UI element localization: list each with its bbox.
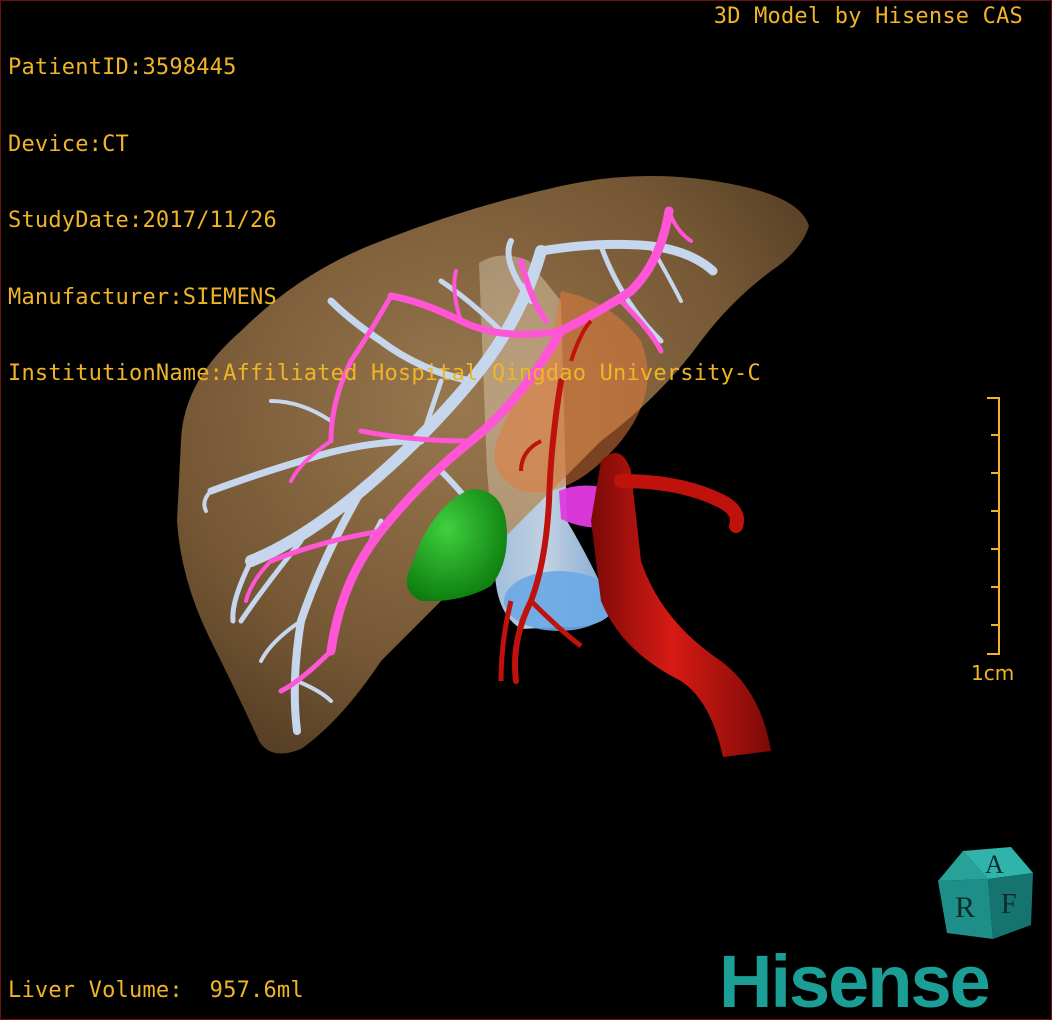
liver-volume: Liver Volume: 957.6ml bbox=[8, 977, 304, 1003]
cube-face-a: A bbox=[985, 850, 1004, 879]
cube-face-f: F bbox=[1001, 889, 1017, 920]
scale-bar bbox=[987, 397, 1000, 655]
study-metadata: PatientID:3598445 Device:CT StudyDate:20… bbox=[8, 4, 761, 438]
orientation-cube-icon[interactable]: R A F bbox=[933, 843, 1038, 943]
device: Device:CT bbox=[8, 131, 130, 157]
cube-face-r: R bbox=[955, 891, 975, 924]
hisense-logo: Hisense bbox=[719, 945, 991, 1017]
study-date: StudyDate:2017/11/26 bbox=[8, 208, 277, 233]
patient-id: PatientID:3598445 bbox=[8, 55, 237, 80]
svg-text:Hisense: Hisense bbox=[719, 945, 989, 1017]
model-credit: 3D Model by Hisense CAS bbox=[713, 4, 1023, 29]
scale-label: 1cm bbox=[971, 661, 1015, 685]
3d-viewport[interactable]: PatientID:3598445 Device:CT StudyDate:20… bbox=[0, 0, 1052, 1020]
manufacturer: Manufacturer:SIEMENS bbox=[8, 284, 277, 310]
institution-name: InstitutionName:Affiliated Hospital Qing… bbox=[8, 361, 761, 386]
